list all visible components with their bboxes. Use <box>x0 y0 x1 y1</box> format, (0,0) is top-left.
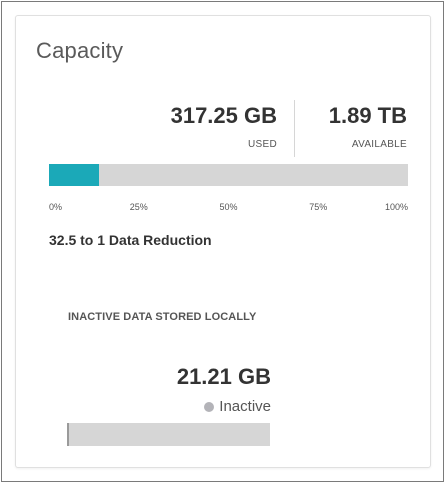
tick-label-75: 75% <box>309 202 328 212</box>
available-value: 1.89 TB <box>328 103 407 128</box>
capacity-bar <box>49 164 408 186</box>
tick-label-0: 0% <box>49 202 63 212</box>
card-title: Capacity <box>36 38 124 63</box>
inactive-value: 21.21 GB <box>176 364 271 389</box>
tick-label-100: 100% <box>384 202 408 212</box>
inactive-data-heading: INACTIVE DATA STORED LOCALLY <box>68 311 257 323</box>
stat-divider <box>294 100 295 157</box>
tick-label-25: 25% <box>129 202 148 212</box>
used-value: 317.25 GB <box>170 103 277 128</box>
available-label: AVAILABLE <box>351 139 407 150</box>
inactive-bar-marker <box>67 423 69 446</box>
inactive-bar <box>67 423 270 446</box>
capacity-bar-used-fill <box>49 164 100 186</box>
inactive-legend: Inactive <box>204 399 271 414</box>
tick-label-50: 50% <box>219 202 238 212</box>
data-reduction-ratio: 32.5 to 1 Data Reduction <box>49 232 212 248</box>
inactive-legend-label: Inactive <box>219 398 271 415</box>
legend-dot-icon <box>204 401 215 412</box>
used-label: USED <box>248 139 277 150</box>
